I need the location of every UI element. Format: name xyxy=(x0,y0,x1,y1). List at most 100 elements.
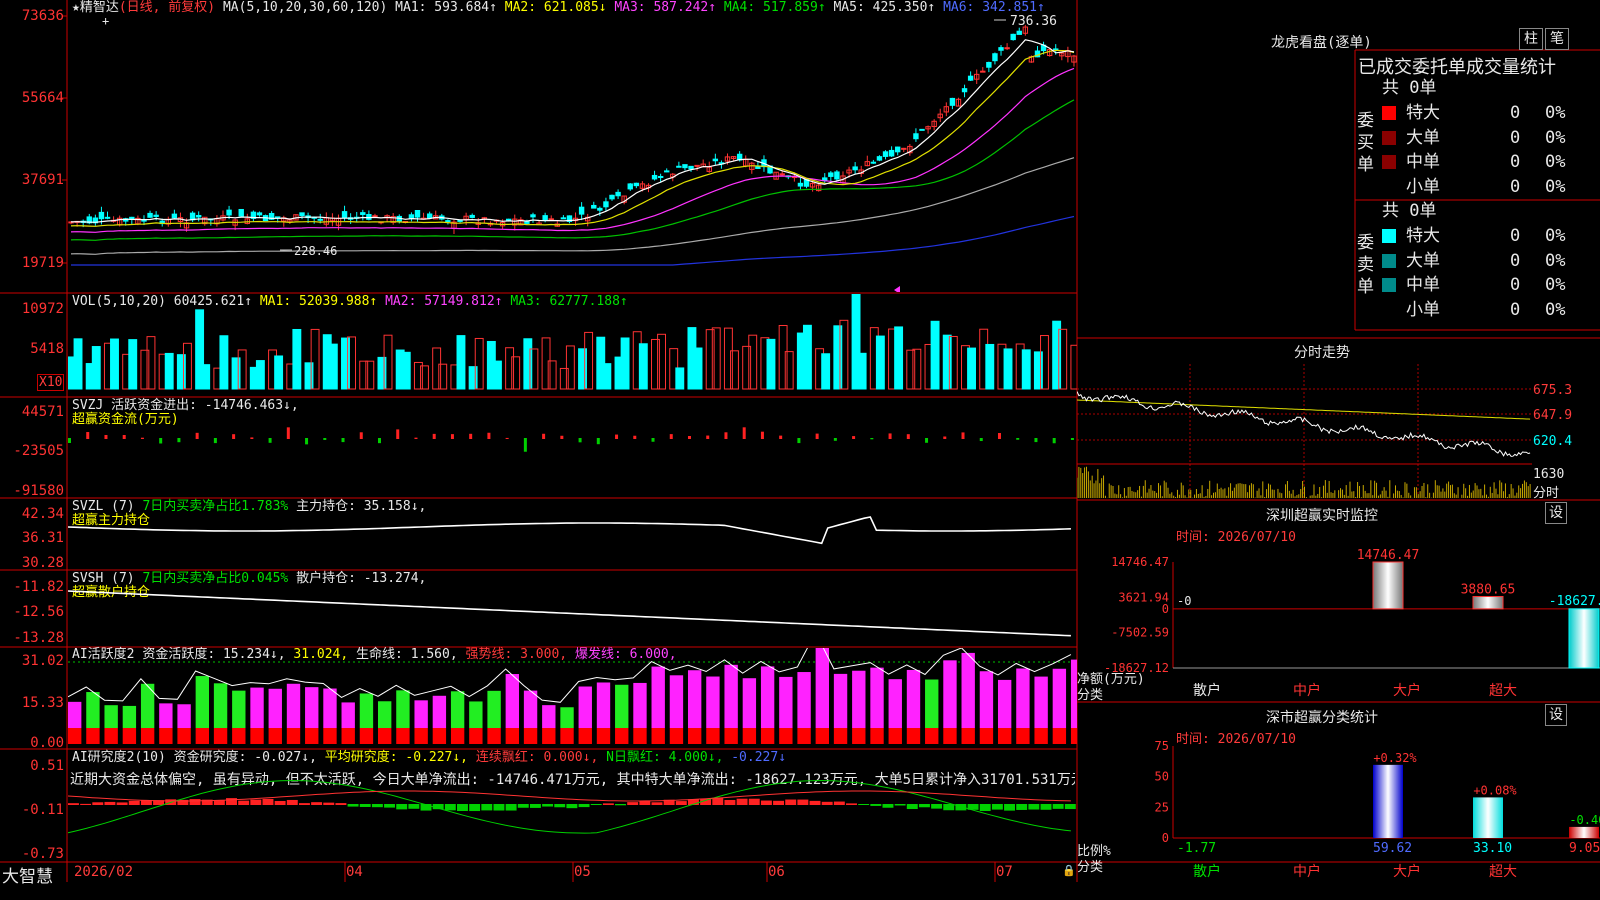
research-bar xyxy=(238,800,250,805)
research-bar xyxy=(298,803,310,805)
flow-bar xyxy=(213,438,217,444)
activity-base-bar xyxy=(669,728,684,744)
candle xyxy=(147,212,153,218)
research-bar xyxy=(1052,804,1064,809)
price-chart[interactable] xyxy=(68,0,1077,292)
vol-unit-badge: X10 xyxy=(37,374,65,391)
price-axis-label: 19719 xyxy=(21,255,64,271)
brand-logo[interactable]: 大智慧 xyxy=(2,862,53,887)
activity-base-bar xyxy=(852,728,866,744)
activity-base-bar xyxy=(596,728,611,744)
flow-bar xyxy=(505,437,509,439)
flow-bar xyxy=(560,435,564,439)
candle xyxy=(578,206,585,215)
flow-bar xyxy=(997,433,1001,439)
flow-bar xyxy=(86,432,90,439)
candle xyxy=(469,214,475,218)
svsh-axis-label: -13.28 xyxy=(13,630,64,646)
volume-bar xyxy=(164,352,174,390)
research-bar xyxy=(615,804,626,806)
volume-bar xyxy=(492,360,502,390)
ai-activity-chart[interactable] xyxy=(68,648,1077,749)
research-bar xyxy=(1064,804,1076,810)
sell-name: 大单 xyxy=(1406,250,1440,271)
svzj-axis-label: 44571 xyxy=(21,404,64,420)
research-bar xyxy=(286,799,298,805)
activity-bar xyxy=(742,678,757,728)
classify-axis-label: 0 xyxy=(1162,831,1169,845)
classify-value-label: -1.77 xyxy=(1177,841,1216,856)
research-bar xyxy=(846,803,857,805)
monitor-chart[interactable]: 14746.473621.940-7502.59-18627.12-0散户147… xyxy=(1077,540,1600,702)
intraday-price: 647.9 xyxy=(1533,408,1573,423)
research-bar xyxy=(457,804,468,812)
activity-base-bar xyxy=(450,728,465,744)
sell-color-swatch xyxy=(1382,278,1396,292)
research-bar xyxy=(931,804,943,809)
flow-bar xyxy=(797,438,801,444)
flow-bar xyxy=(250,437,254,439)
volume-bar xyxy=(432,347,442,390)
sell-name: 特大 xyxy=(1406,226,1440,246)
svzj-chart[interactable] xyxy=(68,398,1077,498)
activity-bar xyxy=(523,690,538,728)
price-high-label: 736.36 xyxy=(1010,14,1057,29)
flow-bar xyxy=(122,435,126,439)
tick-view-button[interactable]: 笔 xyxy=(1545,28,1569,50)
flow-bar xyxy=(596,438,600,445)
monitor-settings-button[interactable]: 设 xyxy=(1545,502,1567,524)
volume-bar xyxy=(328,343,338,390)
research-bar xyxy=(1028,804,1040,810)
volume-bar xyxy=(894,326,904,390)
svsh-chart[interactable] xyxy=(68,571,1077,647)
classify-chart[interactable]: 75 50 25 0 -1.77 散户 +0.32% 59.62 中户 +0.08% 33.10 大户… xyxy=(1077,740,1600,900)
activity-bar xyxy=(286,683,301,728)
activity-bar xyxy=(815,648,830,728)
research-bar xyxy=(128,800,140,805)
ai-research-chart[interactable] xyxy=(68,750,1077,862)
bar-view-button[interactable]: 柱 xyxy=(1519,28,1543,50)
classify-bar xyxy=(1569,826,1599,838)
volume-bar xyxy=(833,325,843,390)
flow-bar xyxy=(414,437,418,439)
flow-bar xyxy=(487,432,491,439)
research-bar xyxy=(542,804,554,807)
flow-bar xyxy=(359,432,363,439)
activity-bar xyxy=(560,707,574,728)
classify-value-label: 59.62 xyxy=(1373,841,1412,856)
candle xyxy=(414,209,421,218)
svzl-axis-label: 36.31 xyxy=(21,530,64,546)
activity-base-bar xyxy=(140,728,155,744)
candle xyxy=(676,165,682,168)
buy-pct: 0% xyxy=(1545,152,1566,172)
research-bar xyxy=(554,804,566,808)
classify-change-label: +0.08% xyxy=(1473,783,1517,797)
activity-bar xyxy=(487,690,501,728)
flow-bar xyxy=(578,438,582,443)
volume-chart[interactable] xyxy=(68,294,1077,396)
activity-base-bar xyxy=(323,728,337,744)
buy-name: 特大 xyxy=(1406,103,1440,123)
classify-settings-button[interactable]: 设 xyxy=(1545,704,1567,726)
flow-bar xyxy=(979,438,983,442)
research-bar xyxy=(1004,804,1016,811)
buy-total: 共 0单 xyxy=(1382,78,1437,98)
candle xyxy=(998,47,1004,51)
volume-bar xyxy=(201,364,211,390)
research-bar xyxy=(396,804,408,810)
intraday-price: 620.4 xyxy=(1533,434,1573,449)
svzl-chart[interactable] xyxy=(68,499,1077,570)
candle xyxy=(870,161,877,164)
intraday-chart[interactable] xyxy=(1077,364,1532,500)
research-bar xyxy=(493,804,505,811)
flow-bar xyxy=(742,427,746,439)
buy-pct: 0% xyxy=(1545,103,1566,123)
date-label: 07 xyxy=(996,864,1013,880)
candle xyxy=(238,208,244,217)
research-bar xyxy=(858,804,870,806)
activity-bar xyxy=(542,705,556,728)
lock-icon[interactable]: 🔒 xyxy=(1062,864,1076,877)
research-bar xyxy=(1016,804,1028,810)
monitor-bar xyxy=(1472,596,1504,610)
activity-base-bar xyxy=(651,728,665,744)
